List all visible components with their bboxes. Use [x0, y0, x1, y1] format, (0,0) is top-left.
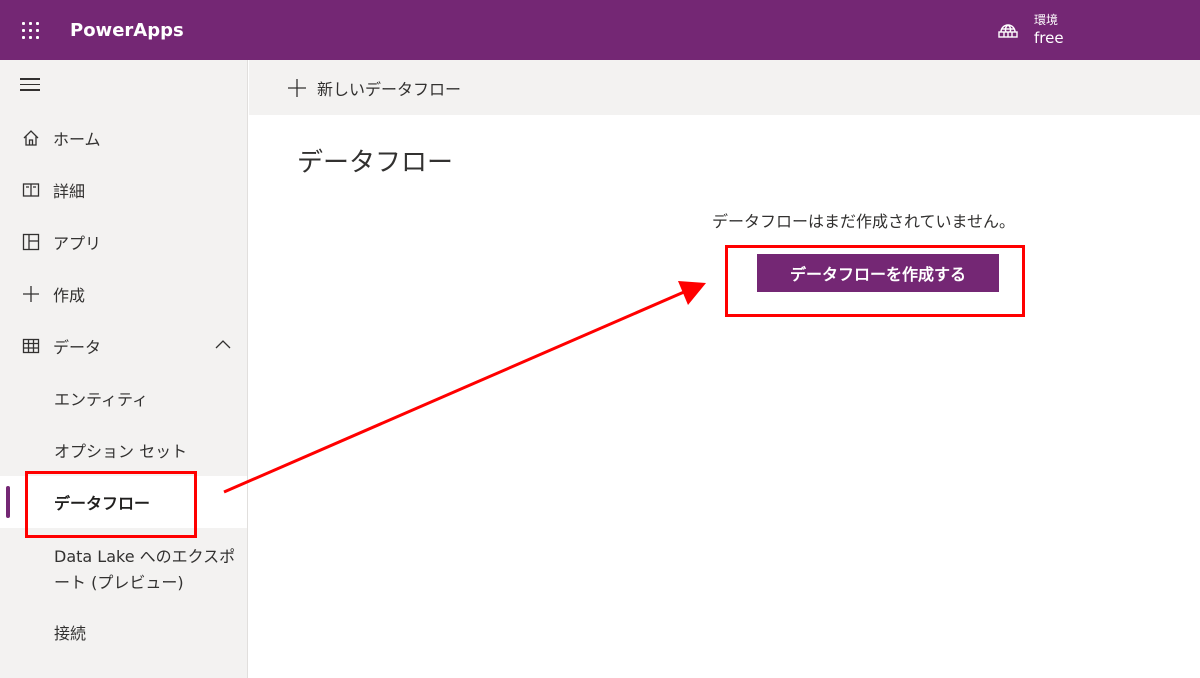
new-dataflow-button[interactable]: 新しいデータフロー — [287, 76, 461, 100]
app-launcher-button[interactable] — [0, 0, 60, 60]
new-dataflow-label: 新しいデータフロー — [317, 79, 462, 99]
top-bar: PowerApps 環境 free — [0, 0, 1200, 60]
sidebar-item-label: ホーム — [53, 130, 101, 149]
sidebar-item-label: 作成 — [53, 286, 86, 305]
waffle-icon — [21, 21, 39, 39]
plus-icon — [21, 284, 41, 304]
sidebar-item-label: オプション セット — [54, 442, 188, 461]
sidebar-item-home[interactable]: ホーム — [0, 112, 247, 164]
collapse-nav-button[interactable] — [20, 78, 40, 94]
plus-icon — [288, 78, 306, 97]
environment-name: free — [1034, 29, 1064, 47]
environment-label: 環境 — [1034, 13, 1059, 27]
book-icon — [21, 180, 41, 200]
sidebar-subitem-entities[interactable]: エンティティ — [0, 372, 247, 424]
sidebar-item-label: エンティティ — [54, 390, 149, 409]
sidebar-item-label: データ — [53, 338, 102, 357]
highlight-box-dataflows-nav — [25, 471, 197, 538]
empty-state-message: データフローはまだ作成されていません。 — [712, 212, 1016, 231]
chevron-up-icon[interactable] — [214, 338, 232, 350]
sidebar-item-label: Data Lake へのエクスポート (プレビュー) — [54, 547, 236, 592]
sidebar-item-label: 接続 — [54, 624, 87, 643]
sidebar-item-learn[interactable]: 詳細 — [0, 164, 247, 216]
sidebar-item-data[interactable]: データ — [0, 320, 247, 372]
sidebar-item-create[interactable]: 作成 — [0, 268, 247, 320]
sidebar-subitem-connections[interactable]: 接続 — [0, 606, 247, 658]
active-indicator — [6, 486, 10, 518]
globe-icon — [998, 24, 1018, 38]
app-title[interactable]: PowerApps — [70, 20, 184, 41]
hamburger-icon — [20, 78, 40, 80]
environment-picker[interactable]: 環境 free — [996, 6, 1064, 54]
table-icon — [21, 336, 41, 356]
sidebar-item-label: 詳細 — [53, 182, 86, 201]
home-icon — [21, 128, 41, 148]
command-bar: 新しいデータフロー — [249, 60, 1200, 115]
left-nav: ホーム 詳細 アプリ 作成 データ エンティティ オプション セット データフロ… — [0, 60, 248, 678]
sidebar-item-apps[interactable]: アプリ — [0, 216, 247, 268]
sidebar-item-label: アプリ — [53, 234, 102, 253]
sidebar-subitem-export-data-lake[interactable]: Data Lake へのエクスポート (プレビュー) — [0, 540, 247, 600]
page-title: データフロー — [297, 148, 454, 178]
sidebar-subitem-option-sets[interactable]: オプション セット — [0, 424, 247, 476]
highlight-box-create-button — [725, 245, 1025, 317]
apps-icon — [21, 232, 41, 252]
